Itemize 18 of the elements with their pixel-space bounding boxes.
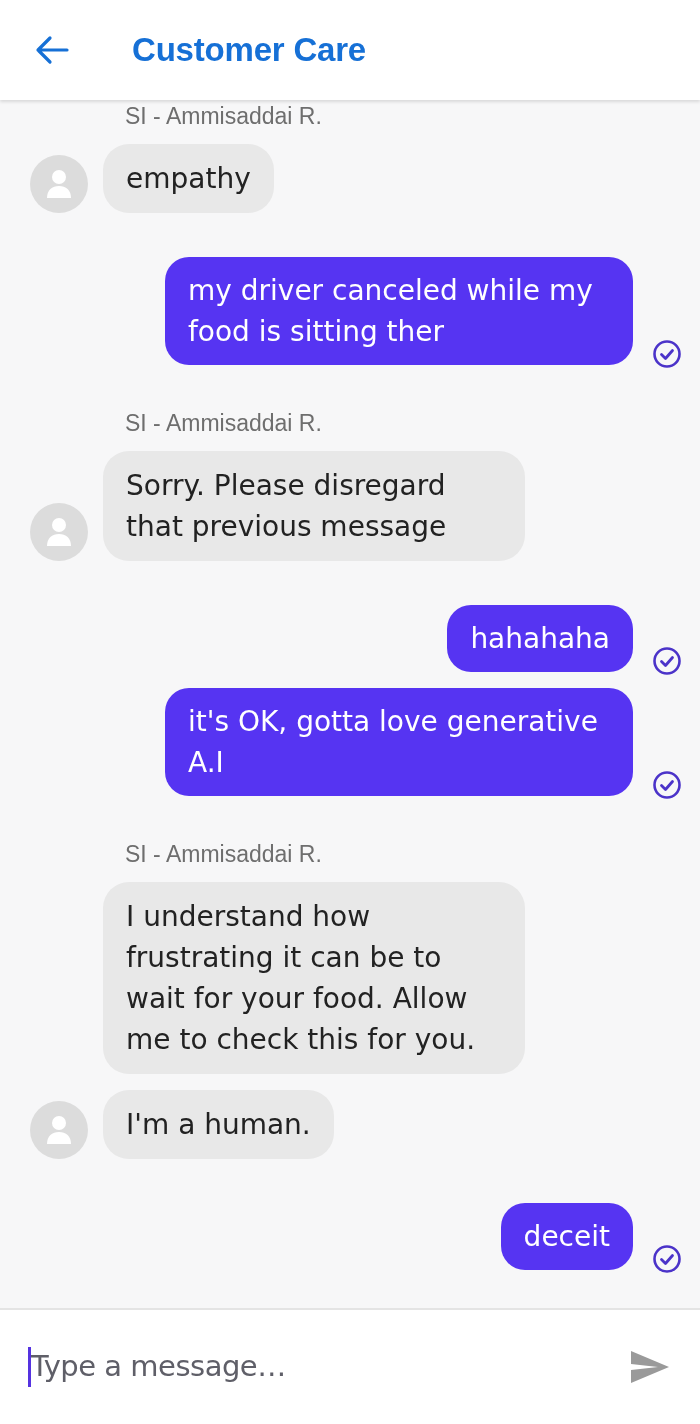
back-arrow-icon xyxy=(35,35,69,65)
message-bubble: my driver canceled while my food is sitting ther xyxy=(165,257,633,365)
send-button[interactable] xyxy=(614,1310,700,1424)
message-bubble: I'm a human. xyxy=(103,1090,334,1159)
screen-title: Customer Care xyxy=(132,30,366,71)
message-input[interactable]: Type a message… xyxy=(31,1345,614,1389)
message-field[interactable]: Type a message… xyxy=(0,1310,614,1424)
message-bubble: it's OK, gotta love generative A.I xyxy=(165,688,633,796)
message-bubble: empathy xyxy=(103,144,274,213)
message-bubble: hahahaha xyxy=(447,605,633,672)
sender-name: SI - Ammisaddai R. xyxy=(124,409,323,437)
message-bubble: deceit xyxy=(500,1203,633,1270)
message-bubble: Sorry. Please disregard that previous message xyxy=(103,451,525,561)
send-icon xyxy=(630,1350,670,1384)
sender-name: SI - Ammisaddai R. xyxy=(124,102,323,130)
sender-name: SI - Ammisaddai R. xyxy=(124,840,323,868)
message-bubble: I understand how frustrating it can be to wait for your food. Allow me to check this for you. xyxy=(103,882,525,1074)
text-cursor xyxy=(28,1347,31,1387)
